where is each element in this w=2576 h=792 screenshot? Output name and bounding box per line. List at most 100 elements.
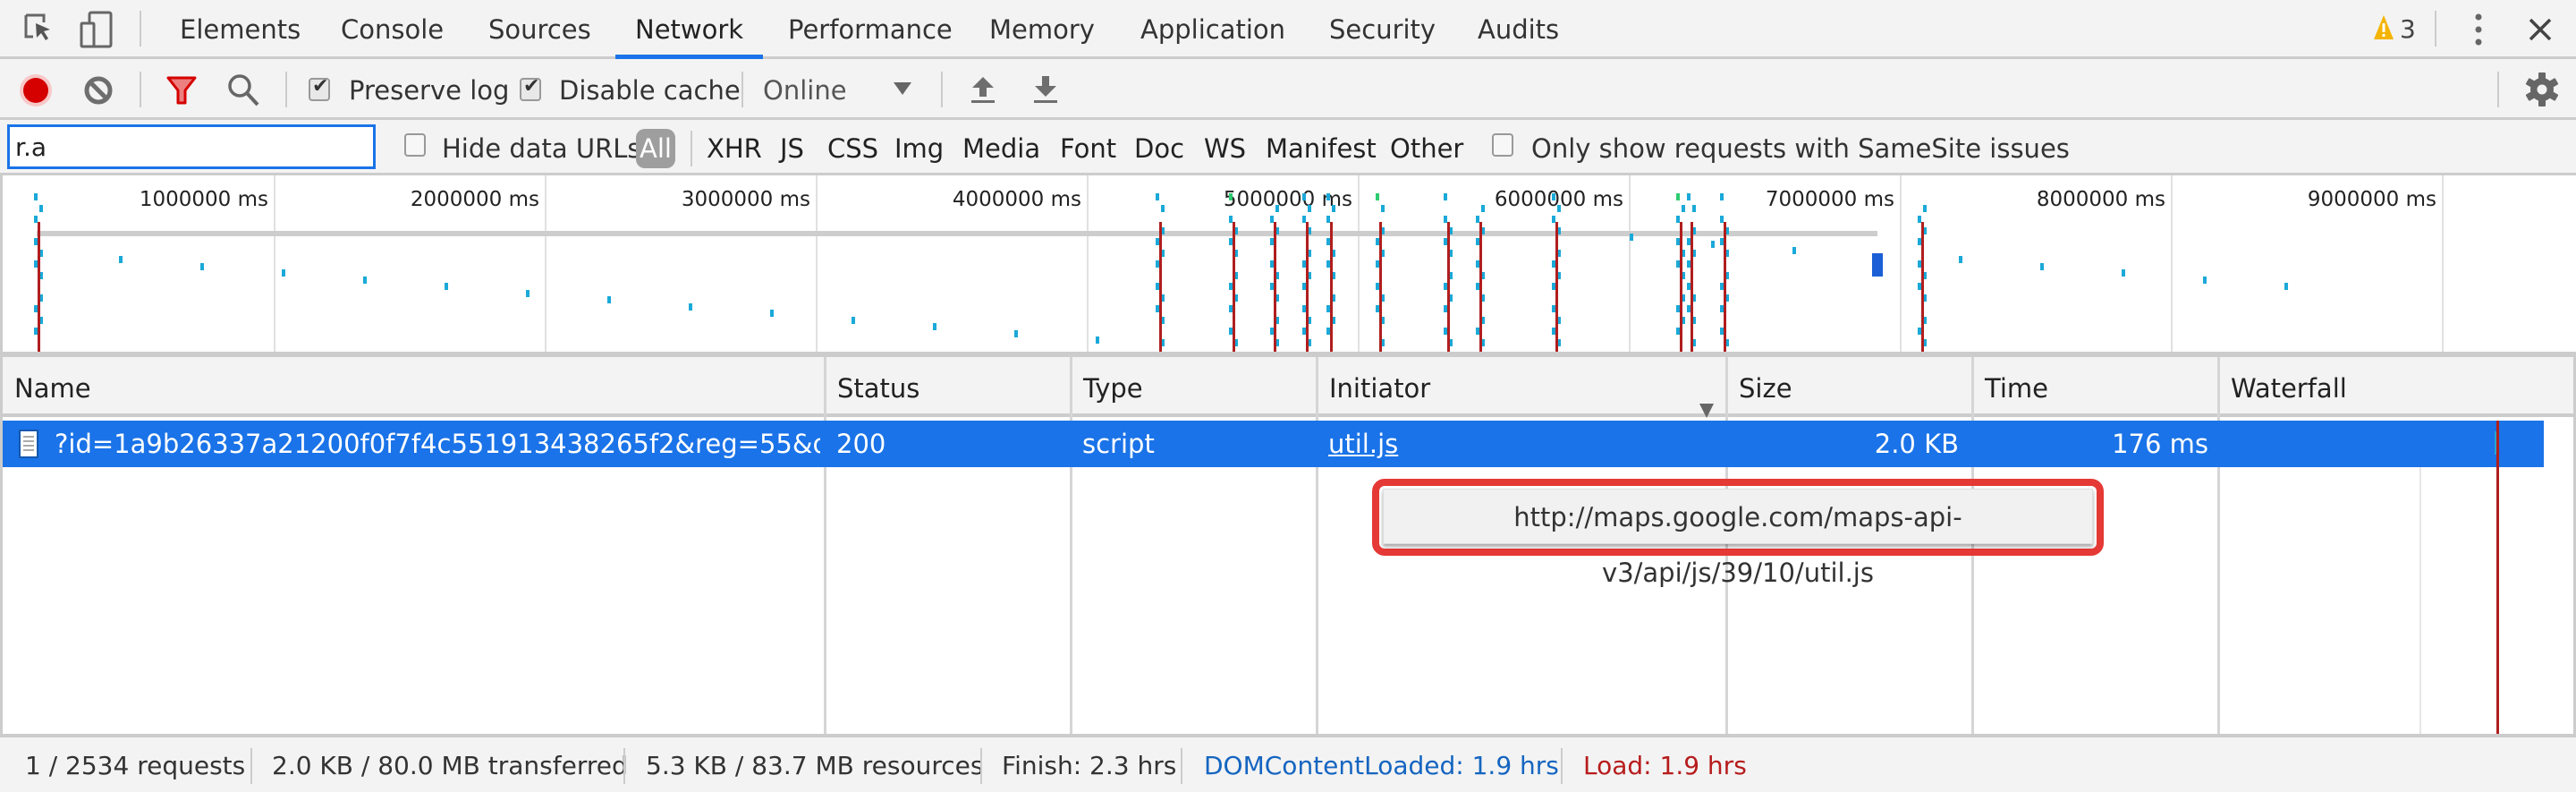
tab-sources[interactable]: Sources — [488, 0, 591, 56]
network-toolbar: Preserve log Disable cache Online — [0, 59, 2576, 120]
inspect-element-icon[interactable] — [23, 13, 55, 45]
tab-memory[interactable]: Memory — [989, 0, 1095, 56]
type-filter-media[interactable]: Media — [962, 131, 1040, 166]
throttling-select[interactable]: Online — [760, 72, 921, 108]
table-header: Name Status Type Initiator Size Time Wat… — [3, 357, 2573, 418]
column-divider[interactable] — [1316, 357, 1318, 734]
overview-request-dot — [2284, 283, 2288, 290]
footer-separator — [980, 748, 982, 784]
column-header-name[interactable]: Name — [5, 357, 826, 413]
tab-application[interactable]: Application — [1140, 0, 1285, 56]
overview-grid-line — [1087, 175, 1089, 352]
clear-icon[interactable] — [83, 75, 114, 106]
dom-content-loaded-time: DOMContentLoaded: 1.9 hrs — [1204, 751, 1559, 780]
footer-separator — [1561, 748, 1563, 784]
overview-load-marker — [1920, 222, 1924, 352]
column-header-waterfall[interactable]: Waterfall — [2222, 357, 2571, 413]
import-har-icon[interactable] — [970, 75, 996, 104]
column-header-time[interactable]: Time — [1976, 357, 2219, 413]
tab-elements[interactable]: Elements — [180, 0, 301, 56]
tab-performance[interactable]: Performance — [788, 0, 953, 56]
search-icon[interactable] — [227, 73, 259, 107]
overview-request-dot — [1375, 193, 1379, 200]
status-footer: 1 / 2534 requests 2.0 KB / 80.0 MB trans… — [0, 734, 2576, 792]
preserve-log-label[interactable]: Preserve log — [349, 72, 509, 108]
overview-load-marker — [1723, 222, 1726, 352]
overview-tick-label: 6000000 ms — [1494, 188, 1623, 211]
disable-cache-checkbox[interactable] — [520, 75, 541, 101]
type-filter-img[interactable]: Img — [894, 131, 944, 166]
export-har-icon[interactable] — [1033, 75, 1058, 104]
samesite-checkbox[interactable] — [1492, 133, 1513, 157]
type-filter-js[interactable]: JS — [780, 131, 804, 166]
overview-request-dot — [200, 262, 204, 270]
type-filter-ws[interactable]: WS — [1204, 131, 1246, 166]
type-filter-manifest[interactable]: Manifest — [1266, 131, 1377, 166]
settings-icon[interactable] — [2524, 72, 2560, 107]
cell-initiator-link[interactable]: util.js — [1328, 421, 1507, 467]
type-filter-other[interactable]: Other — [1390, 131, 1463, 166]
overview-tick-label: 3000000 ms — [681, 188, 810, 211]
tab-network[interactable]: Network — [614, 0, 764, 59]
filter-icon[interactable] — [166, 75, 197, 106]
overview-load-marker — [1330, 222, 1334, 352]
finish-time: Finish: 2.3 hrs — [1002, 751, 1177, 780]
disable-cache-label[interactable]: Disable cache — [559, 72, 741, 108]
overview-grid-line — [2171, 175, 2173, 352]
warning-count[interactable]: 3 — [2400, 0, 2416, 59]
samesite-label[interactable]: Only show requests with SameSite issues — [1531, 131, 2070, 166]
preserve-log-checkbox[interactable] — [309, 75, 330, 101]
type-filter-xhr[interactable]: XHR — [707, 131, 762, 166]
initiator-url-tooltip: http://maps.google.com/maps-api-v3/api/j… — [1383, 489, 2093, 588]
cell-name[interactable]: ?id=1a9b26337a21200f0f7f4c551913438265f2… — [55, 421, 820, 467]
network-overview[interactable]: 1000000 ms 2000000 ms 3000000 ms 4000000 ms… — [0, 175, 2576, 357]
device-toolbar-icon[interactable] — [79, 11, 114, 48]
overview-request-dot — [1922, 204, 1927, 212]
overview-request-dot — [34, 193, 38, 200]
table-row[interactable]: ?id=1a9b26337a21200f0f7f4c551913438265f2… — [3, 421, 2544, 467]
overview-load-marker — [1690, 222, 1694, 352]
close-icon[interactable] — [2527, 16, 2554, 43]
overview-request-dot — [1275, 204, 1279, 212]
column-header-initiator-label: Initiator — [1329, 373, 1431, 404]
overview-request-dot — [1443, 193, 1447, 200]
tab-console[interactable]: Console — [341, 0, 444, 56]
overview-request-dot — [1556, 204, 1561, 212]
load-time: Load: 1.9 hrs — [1583, 751, 1747, 780]
overview-request-dot — [2203, 276, 2207, 284]
column-divider[interactable] — [824, 357, 826, 734]
tab-security[interactable]: Security — [1329, 0, 1436, 56]
type-filter-all[interactable]: All — [636, 129, 675, 168]
overview-request-dot — [282, 269, 285, 277]
tabbar-separator-right — [2435, 11, 2436, 47]
overview-load-marker — [1159, 222, 1163, 352]
column-divider[interactable] — [2217, 357, 2220, 734]
hide-data-urls-checkbox[interactable] — [404, 133, 426, 157]
overview-request-dot — [689, 302, 692, 311]
column-header-status[interactable]: Status — [828, 357, 1072, 413]
overview-request-dot — [1719, 193, 1724, 200]
overview-request-dot — [1332, 204, 1336, 212]
column-divider[interactable] — [1070, 357, 1072, 734]
overview-request-dot — [1480, 204, 1485, 212]
type-filter-doc[interactable]: Doc — [1134, 131, 1184, 166]
more-options-icon[interactable] — [2473, 13, 2484, 47]
request-count: 1 / 2534 requests — [25, 751, 246, 780]
chevron-down-icon — [893, 81, 912, 96]
type-filter-css[interactable]: CSS — [827, 131, 878, 166]
column-header-type[interactable]: Type — [1074, 357, 1318, 413]
filter-input[interactable] — [7, 124, 376, 169]
type-filter-font[interactable]: Font — [1060, 131, 1116, 166]
tab-audits[interactable]: Audits — [1478, 0, 1559, 56]
overview-request-dot — [2040, 262, 2044, 270]
overview-request-dot — [1682, 204, 1686, 212]
overview-request-dot — [933, 323, 936, 330]
overview-tick-label: 9000000 ms — [2307, 188, 2436, 211]
hide-data-urls-label[interactable]: Hide data URLs — [442, 131, 641, 166]
warning-icon[interactable] — [2373, 14, 2394, 41]
cell-size: 2.0 KB — [1874, 429, 1959, 459]
column-header-initiator[interactable]: Initiator — [1320, 357, 1727, 418]
record-icon[interactable] — [19, 73, 53, 107]
column-header-size[interactable]: Size — [1730, 357, 1973, 413]
overview-request-dot — [1711, 240, 1715, 248]
